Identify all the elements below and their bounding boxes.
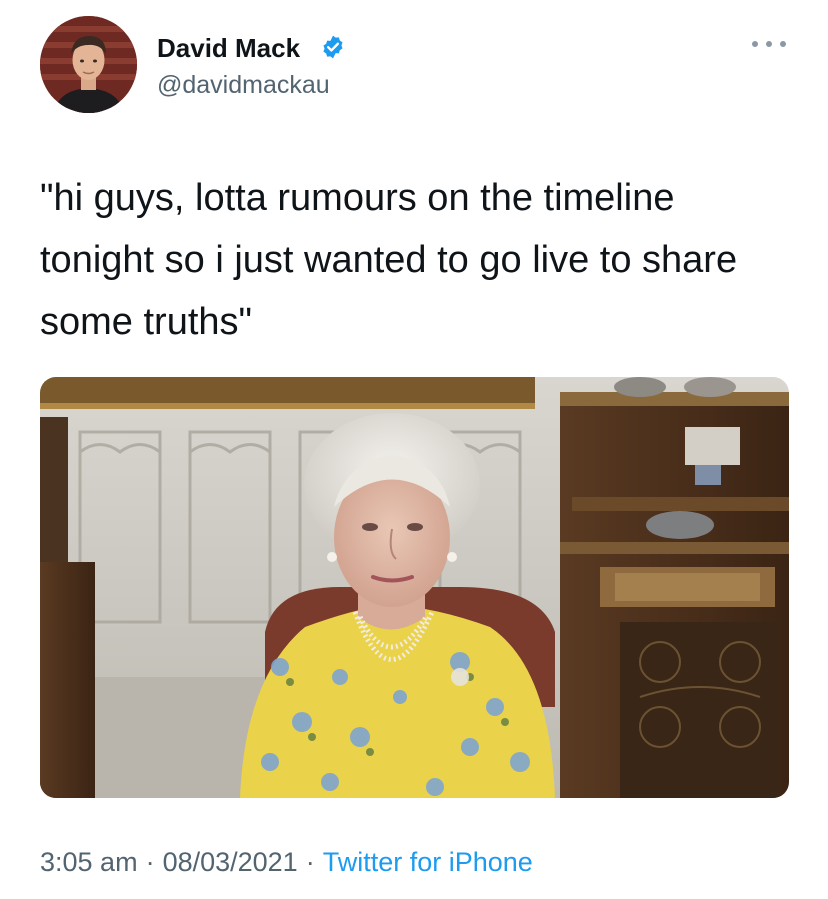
more-dot bbox=[780, 41, 786, 47]
tweet-source-link[interactable]: Twitter for iPhone bbox=[323, 847, 533, 877]
profile-photo-icon bbox=[40, 16, 137, 113]
more-dot bbox=[752, 41, 758, 47]
tweet-text: "hi guys, lotta rumours on the timeline … bbox=[40, 167, 800, 353]
avatar[interactable] bbox=[40, 16, 137, 113]
more-options-icon[interactable] bbox=[752, 36, 786, 52]
tweet-meta: 3:05 am · 08/03/2021 · Twitter for iPhone bbox=[40, 845, 533, 879]
meta-separator: · bbox=[145, 847, 155, 877]
meta-separator: · bbox=[305, 847, 315, 877]
video-call-photo-icon bbox=[40, 377, 789, 798]
tweet-text-line: some truths" bbox=[40, 301, 253, 343]
more-dot bbox=[766, 41, 772, 47]
tweet-card: David Mack @davidmackau "hi guys, lotta … bbox=[0, 0, 828, 899]
tweet-text-line: tonight so i just wanted to go live to s… bbox=[40, 239, 738, 281]
author-display-name[interactable]: David Mack bbox=[157, 33, 300, 63]
tweet-time[interactable]: 3:05 am bbox=[40, 847, 138, 877]
verified-badge-icon bbox=[323, 35, 343, 59]
tweet-media[interactable] bbox=[40, 377, 789, 798]
tweet-date[interactable]: 08/03/2021 bbox=[163, 847, 298, 877]
tweet-text-line: "hi guys, lotta rumours on the timeline bbox=[40, 177, 675, 219]
author-handle[interactable]: @davidmackau bbox=[157, 70, 330, 100]
